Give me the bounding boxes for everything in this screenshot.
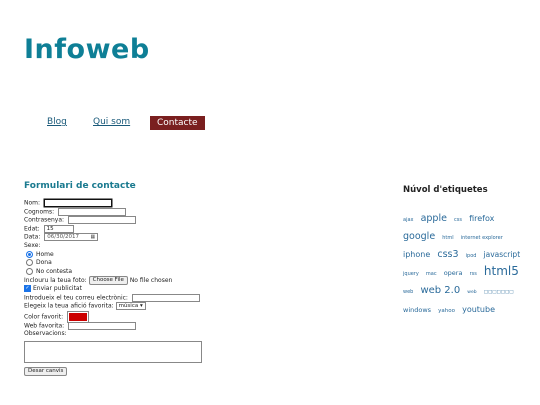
tag-link[interactable]: ipod bbox=[466, 253, 477, 259]
file-status: No file chosen bbox=[129, 277, 173, 285]
row-observacions: Observacions: bbox=[24, 330, 202, 339]
row-web: Web favorita: bbox=[24, 321, 202, 331]
tag-link[interactable]: jquery bbox=[403, 271, 419, 277]
tag-link[interactable]: windows bbox=[403, 306, 431, 314]
site-title: Infoweb bbox=[24, 34, 150, 65]
tag-link[interactable]: google bbox=[403, 231, 435, 242]
row-sexe-dona: Dona bbox=[24, 259, 202, 268]
web-label: Web favorita: bbox=[24, 322, 65, 330]
tag-link[interactable]: youtube bbox=[462, 305, 495, 314]
tag-link[interactable]: html bbox=[442, 235, 453, 241]
main-nav: Blog Qui som Contacte bbox=[0, 116, 540, 131]
aficio-label: Elegeix la teua afició favorita: bbox=[24, 302, 114, 310]
tag-link[interactable]: javascript bbox=[484, 250, 521, 259]
publicitat-label: Enviar publicitat bbox=[33, 284, 82, 292]
tag-link[interactable]: rss bbox=[470, 271, 477, 277]
tag-link[interactable]: css bbox=[454, 217, 462, 223]
tag-link[interactable]: internet explorer bbox=[461, 235, 503, 241]
tag-link[interactable]: web bbox=[467, 290, 476, 295]
row-aficio: Elegeix la teua afició favorita: música … bbox=[24, 302, 202, 311]
publicitat-checkbox[interactable]: ✓ bbox=[24, 284, 31, 292]
chevron-down-icon: ▾ bbox=[139, 303, 143, 310]
data-label: Data: bbox=[24, 233, 41, 241]
tag-link[interactable]: mac bbox=[426, 271, 437, 277]
aficio-select[interactable]: música ▾ bbox=[115, 302, 146, 311]
nav-item-contacte[interactable]: Contacte bbox=[150, 116, 205, 130]
color-swatch-fill bbox=[69, 312, 88, 321]
sexe-nocontesta-radio[interactable] bbox=[26, 267, 33, 275]
tag-link[interactable]: css3 bbox=[437, 249, 458, 260]
row-contrasenya: Contrasenya: bbox=[24, 216, 202, 225]
tag-link[interactable]: web bbox=[403, 289, 413, 295]
web-input[interactable] bbox=[68, 321, 137, 330]
row-email: Introdueix el teu correu electrònic: bbox=[24, 293, 202, 303]
tag-link[interactable]: □□□□□□□ bbox=[484, 290, 514, 295]
contrasenya-input[interactable] bbox=[67, 216, 136, 225]
tag-link[interactable]: opera bbox=[444, 269, 463, 277]
form-heading: Formulari de contacte bbox=[24, 181, 136, 191]
aficio-value: música bbox=[118, 303, 139, 310]
cognoms-label: Cognoms: bbox=[24, 208, 55, 216]
row-cognoms: Cognoms: bbox=[24, 207, 202, 217]
nom-input[interactable] bbox=[43, 199, 112, 207]
sexe-home-radio[interactable] bbox=[26, 250, 33, 258]
row-foto: Inclouru la teua foto: Choose File No fi… bbox=[24, 276, 202, 286]
calendar-icon[interactable]: ▦ bbox=[91, 234, 96, 240]
tag-link[interactable]: html5 bbox=[484, 264, 519, 278]
sexe-home-label: Home bbox=[36, 250, 54, 258]
row-sexe: Sexe: bbox=[24, 242, 202, 251]
nav-item-qui-som[interactable]: Qui som bbox=[93, 117, 130, 127]
tag-cloud-heading: Núvol d'etiquetes bbox=[403, 185, 488, 195]
tag-link[interactable]: web 2.0 bbox=[420, 285, 460, 296]
contact-form: Nom: Cognoms: Contrasenya: Edat: 15 Data… bbox=[24, 199, 202, 377]
sexe-dona-label: Dona bbox=[36, 259, 52, 267]
tag-link[interactable]: iphone bbox=[403, 250, 430, 259]
observacions-label: Observacions: bbox=[24, 330, 67, 338]
reset-button[interactable]: Desar canvis bbox=[24, 366, 68, 376]
cognoms-input[interactable] bbox=[58, 207, 127, 216]
nav-item-blog[interactable]: Blog bbox=[47, 117, 67, 127]
row-sexe-home: Home bbox=[24, 250, 202, 260]
tag-cloud: ajax apple css firefox google html inter… bbox=[403, 209, 525, 318]
row-nom: Nom: bbox=[24, 199, 202, 208]
tag-link[interactable]: firefox bbox=[469, 214, 494, 223]
observacions-textarea[interactable] bbox=[24, 340, 202, 363]
tag-link[interactable]: apple bbox=[421, 213, 447, 224]
email-label: Introdueix el teu correu electrònic: bbox=[24, 294, 128, 302]
row-edat: Edat: 15 bbox=[24, 224, 202, 234]
sexe-dona-radio[interactable] bbox=[26, 259, 33, 267]
tag-link[interactable]: yahoo bbox=[438, 308, 455, 314]
edat-label: Edat: bbox=[24, 225, 40, 233]
sexe-nocontesta-label: No contesta bbox=[36, 267, 73, 275]
row-sexe-nocontesta: No contesta bbox=[24, 267, 202, 277]
email-input[interactable] bbox=[131, 293, 200, 302]
data-input[interactable]: 06/30/2017 ▦ bbox=[44, 233, 99, 242]
nom-label: Nom: bbox=[24, 199, 41, 207]
row-color: Color favorit: bbox=[24, 310, 202, 323]
contrasenya-label: Contrasenya: bbox=[24, 216, 65, 224]
row-data: Data: 06/30/2017 ▦ bbox=[24, 233, 202, 242]
sexe-label: Sexe: bbox=[24, 241, 41, 249]
data-value: 06/30/2017 bbox=[47, 234, 79, 241]
color-label: Color favorit: bbox=[24, 313, 64, 321]
row-publicitat: ✓ Enviar publicitat bbox=[24, 284, 202, 294]
tag-link[interactable]: ajax bbox=[403, 217, 413, 223]
edat-input[interactable]: 15 bbox=[43, 224, 74, 233]
foto-label: Inclouru la teua foto: bbox=[24, 277, 87, 285]
